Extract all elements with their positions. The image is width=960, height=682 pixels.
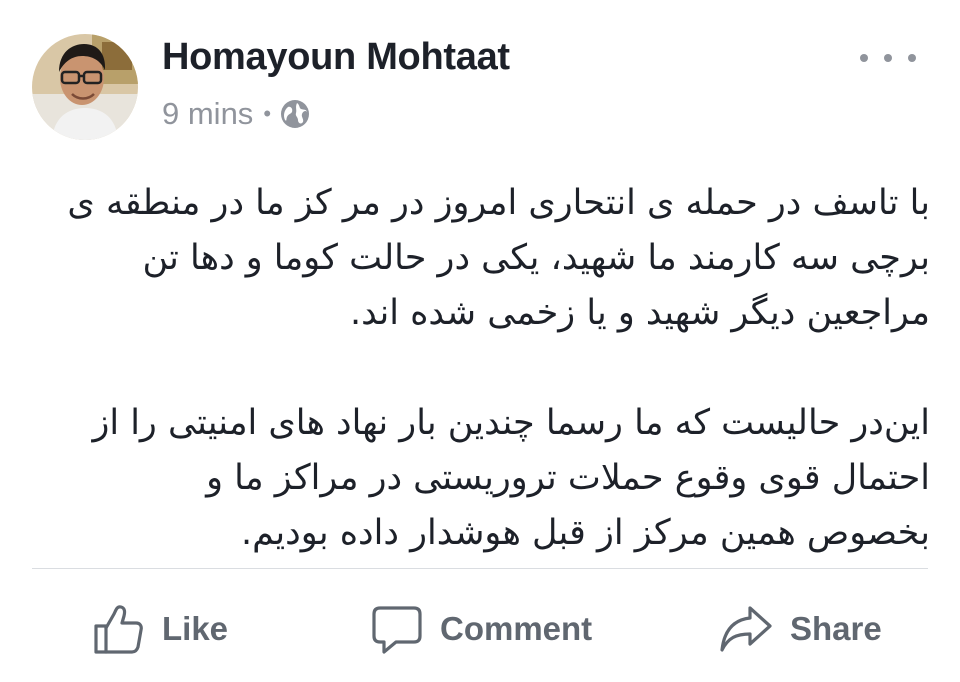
- post-meta: 9 mins •: [162, 94, 311, 134]
- ellipsis-dot-icon: [908, 54, 916, 62]
- ellipsis-dot-icon: [860, 54, 868, 62]
- post-text-line: با تاسف در حمله ی انتحاری امروز در مر کز…: [67, 183, 930, 223]
- globe-icon[interactable]: [279, 98, 311, 130]
- profile-photo-icon: [32, 34, 138, 140]
- speech-bubble-icon: [372, 606, 422, 654]
- comment-label: Comment: [440, 610, 593, 647]
- post-text-line: این‌در حالیست که ما رسما چندین بار نهاد …: [92, 403, 930, 443]
- share-arrow-icon: [720, 606, 772, 652]
- post-paragraph-1: با تاسف در حمله ی انتحاری امروز در مر کز…: [44, 176, 930, 341]
- share-label: Share: [790, 610, 882, 647]
- author-name[interactable]: Homayoun Mohtaat: [162, 36, 510, 79]
- post-paragraph-2: این‌در حالیست که ما رسما چندین بار نهاد …: [44, 396, 930, 561]
- post-text-line: مراجعین دیگر شهید و یا زخمی شده اند.: [350, 293, 930, 333]
- post-timestamp[interactable]: 9 mins: [162, 96, 253, 132]
- like-label: Like: [162, 610, 229, 647]
- thumbs-up-icon: [94, 605, 143, 654]
- share-button[interactable]: Share: [718, 590, 882, 668]
- facebook-post: Homayoun Mohtaat 9 mins • با تاسف در حمل…: [0, 0, 960, 682]
- post-text-line: بخصوص همین مرکز از قبل هوشدار داده بودیم…: [241, 513, 930, 553]
- actions-divider: [32, 568, 928, 569]
- post-body: با تاسف در حمله ی انتحاری امروز در مر کز…: [44, 176, 930, 561]
- meta-separator: •: [263, 101, 272, 126]
- post-actions-bar: Like Comment Share: [0, 590, 960, 668]
- comment-button[interactable]: Comment: [370, 590, 592, 668]
- author-avatar[interactable]: [32, 34, 138, 140]
- more-options-button[interactable]: [860, 42, 916, 74]
- like-button[interactable]: Like: [92, 590, 228, 668]
- ellipsis-dot-icon: [884, 54, 892, 62]
- post-text-line: احتمال قوی وقوع حملات تروریستی در مراکز …: [206, 458, 930, 498]
- post-text-line: برچی سه کارمند ما شهید، یکی در حالت کوما…: [142, 238, 930, 278]
